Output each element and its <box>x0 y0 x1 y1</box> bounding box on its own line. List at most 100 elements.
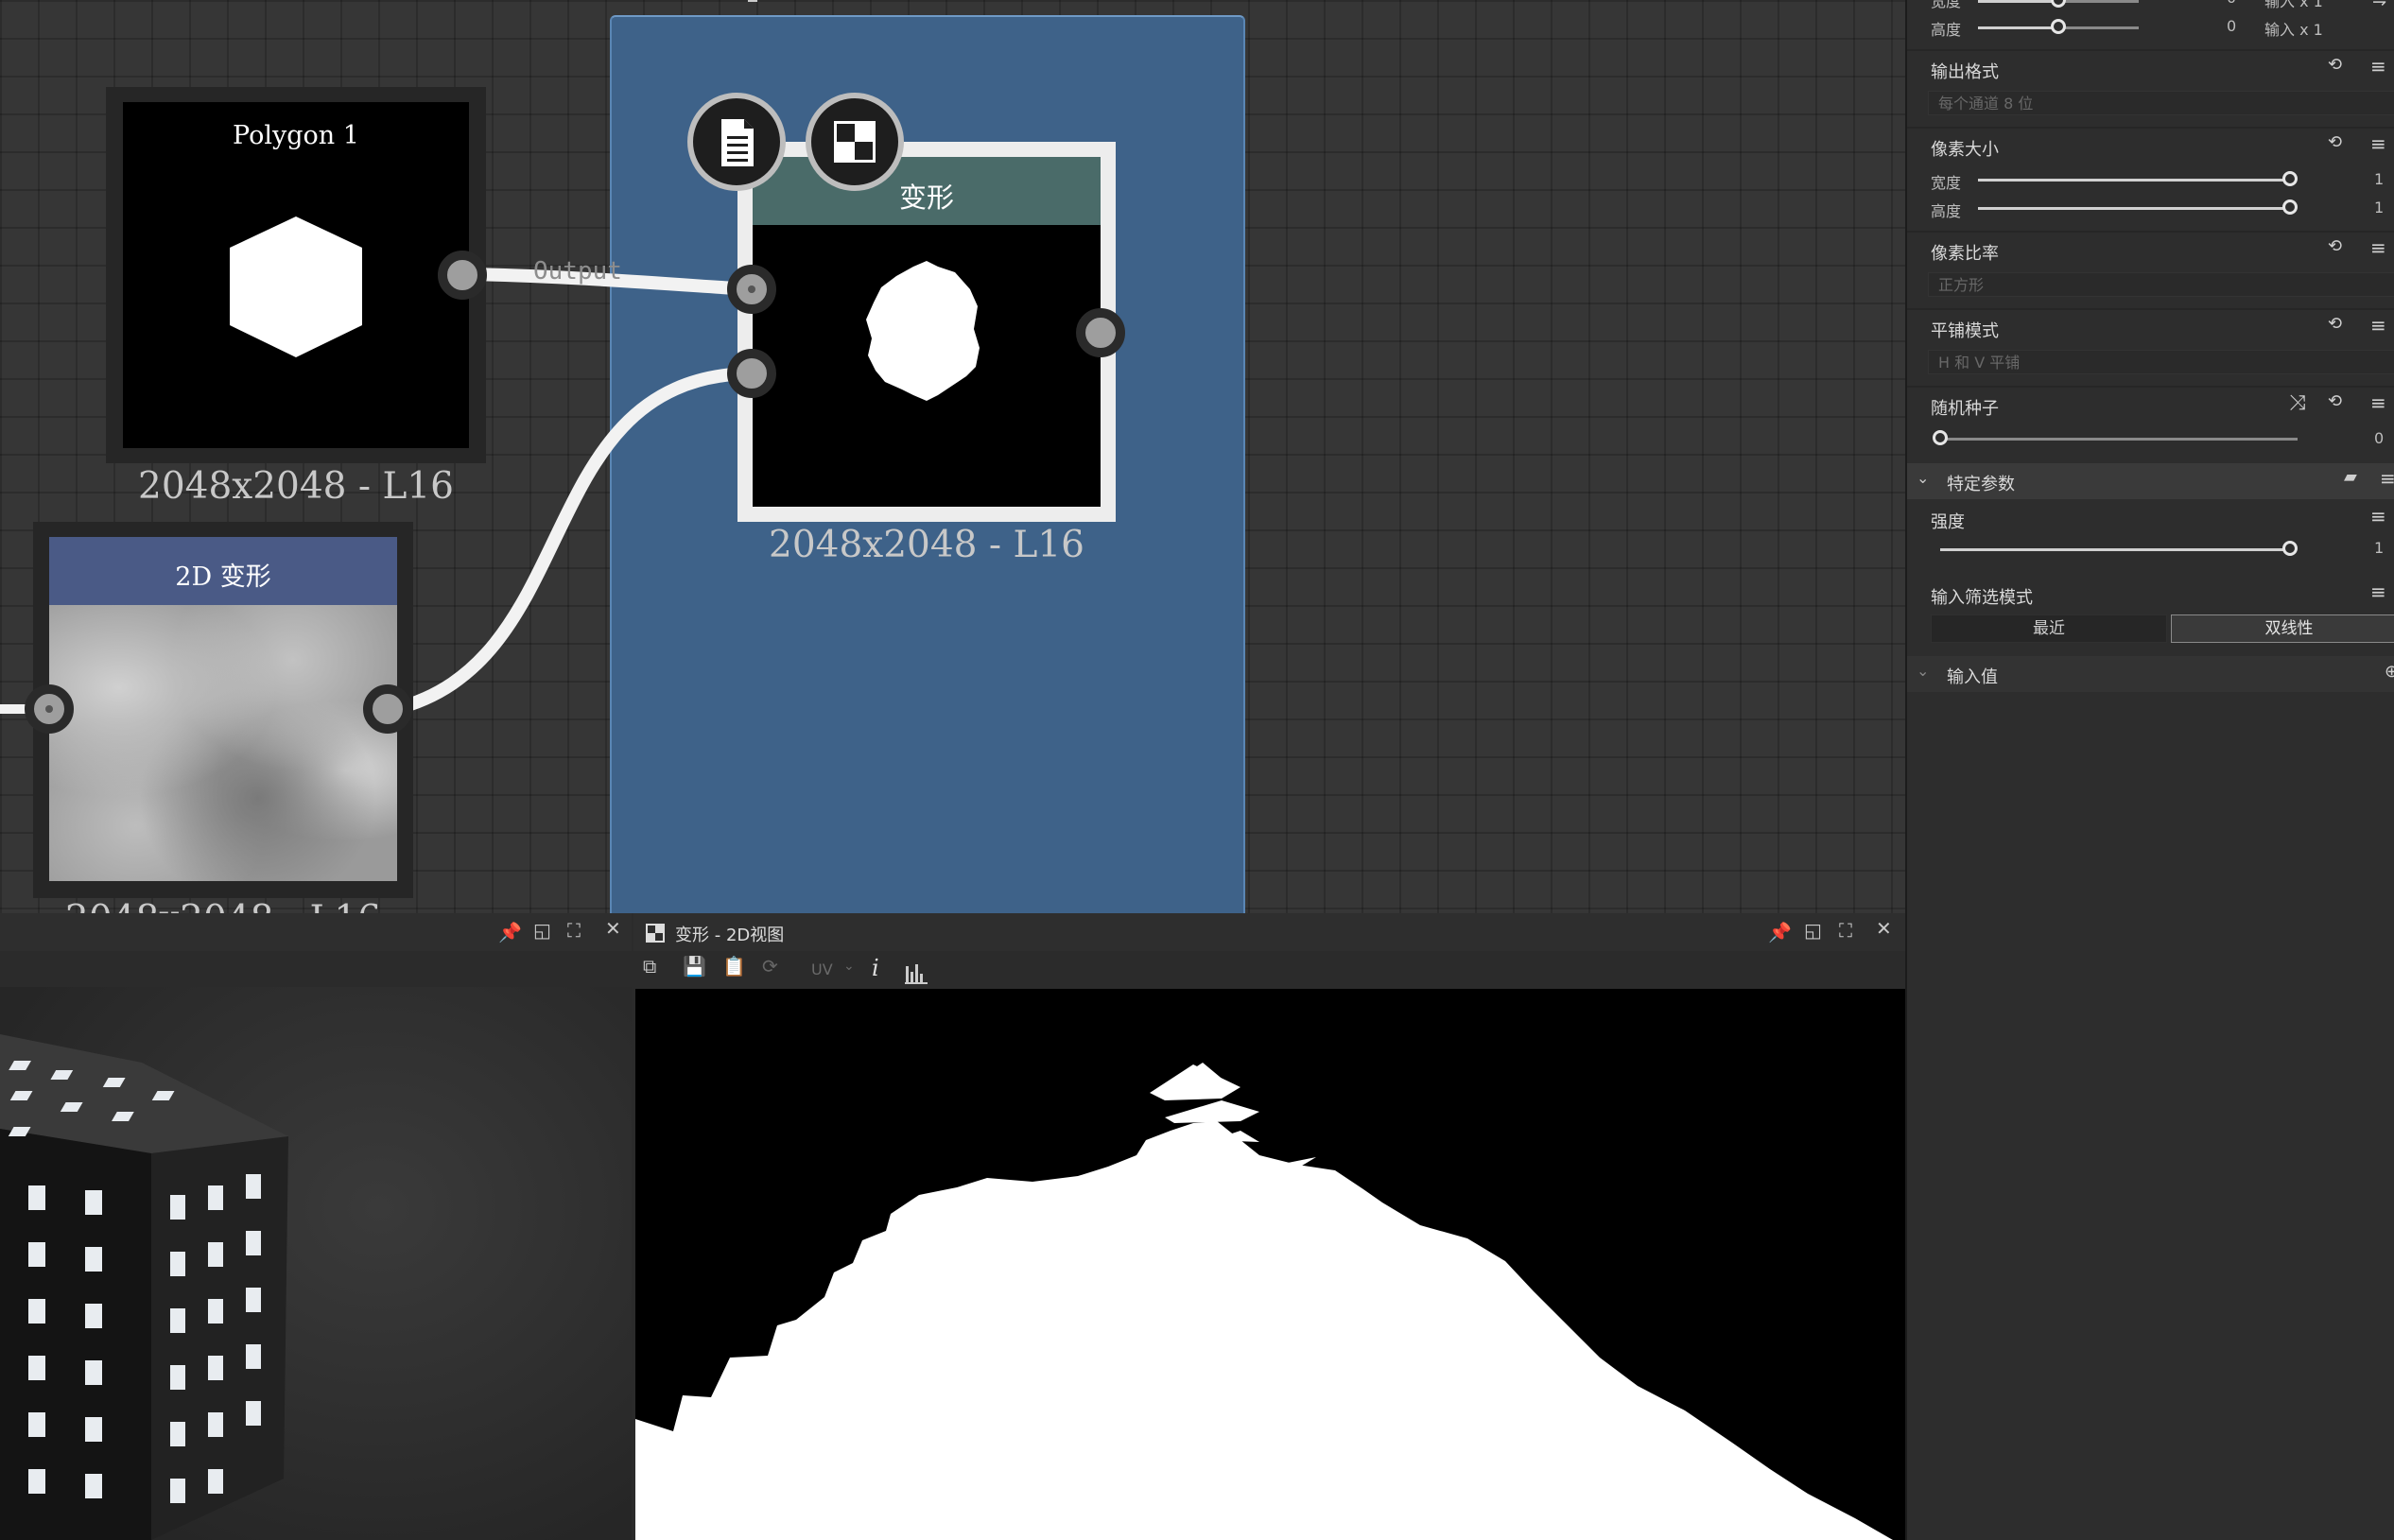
options-menu-icon[interactable]: ≡ <box>2370 132 2386 155</box>
width-label-top: 宽度 <box>1931 0 1962 10</box>
copy-icon[interactable]: 📋 <box>722 955 746 978</box>
close-icon[interactable]: ✕ <box>605 917 621 940</box>
add-icon[interactable]: ⊕ <box>2385 662 2394 682</box>
transform2d-input-port[interactable] <box>25 684 74 734</box>
options-menu-icon[interactable]: ≡ <box>2380 467 2394 490</box>
tiling-mode-select[interactable]: H 和 V 平铺 <box>1928 350 2394 374</box>
chevron-down-icon: ⌄ <box>1917 469 1930 487</box>
link-icon[interactable]: ⇋ <box>2372 0 2386 10</box>
warp-output-port[interactable] <box>1076 308 1125 357</box>
preset-icon[interactable]: ▰ <box>2344 467 2357 487</box>
warp-input-port-2[interactable] <box>727 349 776 398</box>
maximize-icon[interactable]: ⛶ <box>567 919 581 942</box>
float-icon[interactable]: ◱ <box>1804 919 1822 942</box>
transform2d-node-caption: 2048x2048 - L16 <box>33 898 413 913</box>
pixel-height-slider[interactable] <box>1978 207 2294 210</box>
input-filter-label: 输入筛选模式 <box>1931 588 2033 608</box>
filter-option-nearest-label: 最近 <box>2033 619 2065 638</box>
pixel-width-value: 1 <box>2374 170 2385 188</box>
pixel-width-slider[interactable] <box>1978 179 2294 182</box>
width-value-top: 0 <box>2227 0 2236 7</box>
polygon-thumbnail <box>123 102 469 448</box>
polygon-node-title: Polygon 1 <box>233 121 359 150</box>
intensity-knob[interactable] <box>2282 541 2298 556</box>
preview-toggle-bubble[interactable] <box>806 93 904 191</box>
warp-thumbnail <box>753 225 1101 507</box>
filter-option-bilinear-label: 双线性 <box>2264 619 2314 638</box>
node-graph-canvas[interactable]: 1 Output Polygon 1 2048x2048 - L16 2D 变形… <box>0 0 1905 913</box>
height-label-top: 高度 <box>1931 21 1962 39</box>
polygon-node-caption: 2048x2048 - L16 <box>138 465 454 508</box>
pixel-height-value: 1 <box>2374 199 2385 216</box>
options-menu-icon[interactable]: ≡ <box>2370 580 2386 603</box>
inherit-icon[interactable]: ⟲ <box>2328 236 2342 256</box>
options-menu-icon[interactable]: ≡ <box>2370 505 2386 528</box>
options-menu-icon[interactable]: ≡ <box>2370 55 2386 78</box>
viewer3d-panel[interactable]: 📌 ◱ ⛶ ✕ <box>0 913 632 1540</box>
intensity-label: 强度 <box>1931 512 1965 532</box>
polygon-output-port[interactable] <box>438 251 487 300</box>
viewer3d-viewport[interactable] <box>0 987 632 1540</box>
info-icon[interactable]: i <box>872 955 879 981</box>
inherit-icon[interactable]: ⟲ <box>2328 55 2342 75</box>
width-slider-knob-top[interactable] <box>2051 0 2066 8</box>
warped-texture-preview <box>635 1063 1893 1540</box>
uv-dropdown[interactable]: UV <box>811 960 833 978</box>
output-format-select[interactable]: 每个通道 8 位 <box>1928 91 2394 115</box>
refresh-icon[interactable]: ⟳ <box>762 955 778 978</box>
viewer2d-panel[interactable]: 变形 - 2D视图 📌 ◱ ⛶ ✕ ⧉ 💾 📋 ⟳ UV ⌄ i <box>633 913 1905 1540</box>
chevron-down-icon: ⌄ <box>843 959 855 974</box>
hexagon-shape <box>230 216 362 357</box>
comment-bubble[interactable] <box>687 93 786 191</box>
width-suffix-top: 输入 x 1 <box>2264 0 2323 10</box>
warp-input-port-1[interactable] <box>727 265 776 314</box>
inherit-icon[interactable]: ⟲ <box>2328 132 2342 152</box>
viewer2d-title: 变形 - 2D视图 <box>675 926 785 945</box>
properties-panel[interactable]: 宽度 0 输入 x 1 ⇋ 高度 0 输入 x 1 输出格式 ⟲ ≡ 每个通道 … <box>1905 0 2394 1540</box>
transform2d-node-title: 2D 变形 <box>175 562 271 592</box>
options-menu-icon[interactable]: ≡ <box>2370 236 2386 259</box>
transform2d-thumbnail <box>49 605 397 881</box>
chevron-down-icon: ⌄ <box>1917 662 1930 680</box>
float-icon[interactable]: ◱ <box>533 919 551 942</box>
maximize-icon[interactable]: ⛶ <box>1839 919 1852 942</box>
intensity-value: 1 <box>2374 539 2385 557</box>
save-icon[interactable]: 💾 <box>683 955 706 978</box>
checker-icon <box>646 924 665 943</box>
cube-preview <box>0 1034 288 1540</box>
checker-icon <box>834 121 876 163</box>
warp-node-title: 变形 <box>898 182 954 214</box>
pixel-height-knob[interactable] <box>2282 199 2298 215</box>
options-menu-icon[interactable]: ≡ <box>2370 314 2386 337</box>
random-seed-label: 随机种子 <box>1931 399 1999 419</box>
warped-hexagon-shape <box>866 261 980 401</box>
pin-icon[interactable]: 📌 <box>1768 921 1792 943</box>
histogram-icon[interactable] <box>904 960 928 985</box>
inherit-icon[interactable]: ⟲ <box>2328 314 2342 334</box>
filter-option-bilinear[interactable]: 双线性 <box>2171 614 2394 643</box>
intensity-slider[interactable] <box>1940 548 2294 551</box>
viewer2d-header <box>633 913 1905 952</box>
pixel-ratio-select[interactable]: 正方形 <box>1928 272 2394 297</box>
random-seed-knob[interactable] <box>1933 430 1948 445</box>
input-values-label: 输入值 <box>1947 667 1998 687</box>
height-suffix-top: 输入 x 1 <box>2264 21 2323 39</box>
height-value-top: 0 <box>2227 17 2237 35</box>
inherit-icon[interactable]: ⟲ <box>2328 391 2342 411</box>
warp-node[interactable]: 变形 <box>737 142 1116 522</box>
view-options-icon[interactable]: ⧉ <box>643 955 656 978</box>
shuffle-icon[interactable]: ⤨ <box>2289 391 2306 415</box>
viewer2d-viewport[interactable] <box>635 989 1905 1540</box>
close-icon[interactable]: ✕ <box>1876 917 1892 940</box>
pin-icon[interactable]: 📌 <box>498 921 522 943</box>
polygon-node[interactable]: Polygon 1 <box>106 87 486 463</box>
options-menu-icon[interactable]: ≡ <box>2370 391 2386 414</box>
random-seed-slider[interactable] <box>1940 438 2298 441</box>
height-slider-knob-top[interactable] <box>2051 19 2066 34</box>
transform2d-node[interactable]: 2D 变形 <box>33 522 413 898</box>
warp-node-caption: 2048x2048 - L16 <box>769 524 1084 566</box>
transform2d-output-port[interactable] <box>363 684 412 734</box>
pixel-width-knob[interactable] <box>2282 171 2298 186</box>
filter-option-nearest[interactable]: 最近 <box>1931 614 2167 643</box>
connection-label: Output <box>533 257 622 286</box>
